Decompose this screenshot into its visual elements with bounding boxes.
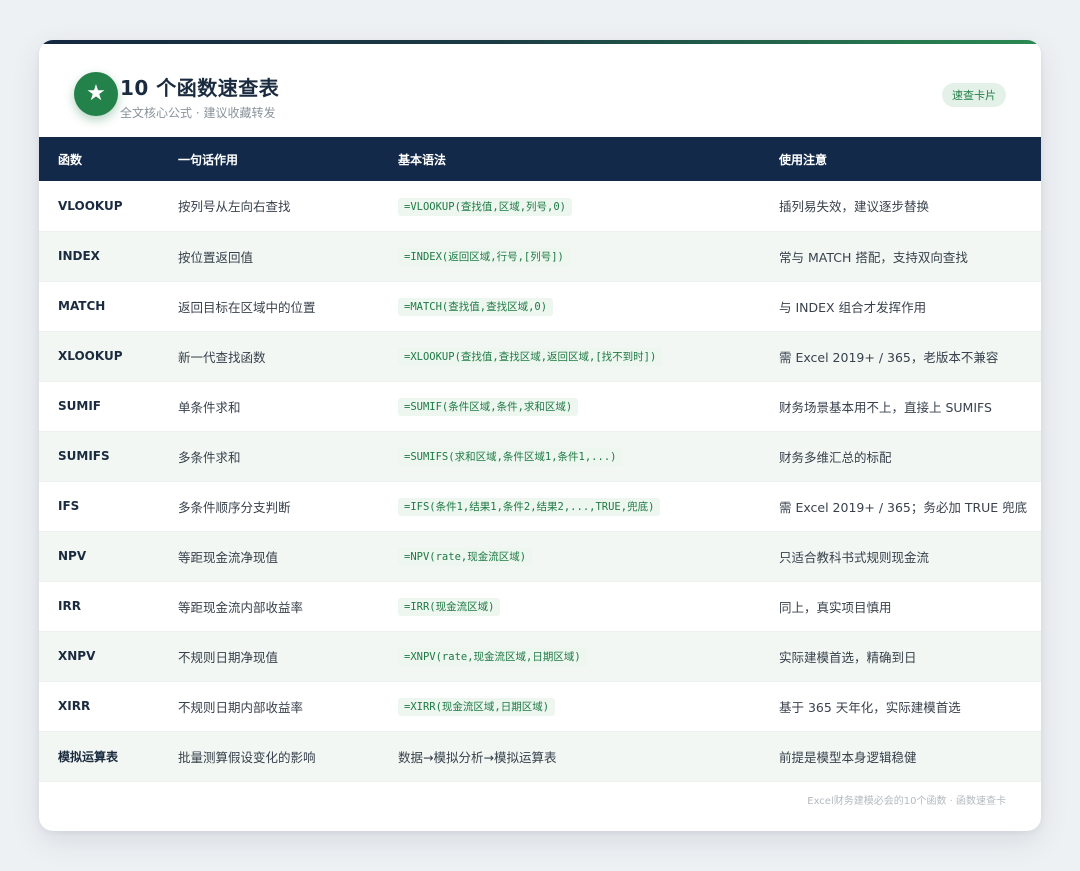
- column-header-function: 函数: [58, 152, 83, 167]
- function-syntax-cell: =SUMIFS(求和区域,条件区域1,条件1,...): [379, 431, 760, 481]
- table-row: SUMIFS 多条件求和 =SUMIFS(求和区域,条件区域1,条件1,...) 财务…: [39, 431, 1041, 481]
- table-row: XNPV 不规则日期净现值 =XNPV(rate,现金流区域,日期区域) 实际建模首选…: [39, 631, 1041, 681]
- column-header-notes: 使用注意: [779, 152, 828, 167]
- table-row: IFS 多条件顺序分支判断 =IFS(条件1,结果1,条件2,结果2,...,TRU…: [39, 481, 1041, 531]
- function-purpose: 多条件求和: [178, 449, 241, 465]
- syntax-code: =INDEX(返回区域,行号,[列号]): [398, 248, 570, 266]
- function-syntax-cell: 数据→模拟分析→模拟运算表: [379, 731, 760, 781]
- syntax-code: =XIRR(现金流区域,日期区域): [398, 698, 556, 716]
- function-purpose: 新一代查找函数: [178, 349, 266, 365]
- usage-note: 实际建模首选，精确到日: [779, 649, 917, 665]
- syntax-code: =XLOOKUP(查找值,查找区域,返回区域,[找不到时]): [398, 348, 663, 366]
- syntax-code: =XNPV(rate,现金流区域,日期区域): [398, 648, 587, 666]
- function-name: SUMIFS: [58, 449, 110, 463]
- table-row: NPV 等距现金流净现值 =NPV(rate,现金流区域) 只适合教科书式规则现金流: [39, 531, 1041, 581]
- function-syntax-cell: =INDEX(返回区域,行号,[列号]): [379, 231, 760, 281]
- table-row: XLOOKUP 新一代查找函数 =XLOOKUP(查找值,查找区域,返回区域,[找不…: [39, 331, 1041, 381]
- table-row: INDEX 按位置返回值 =INDEX(返回区域,行号,[列号]) 常与 MATCH …: [39, 231, 1041, 281]
- function-purpose: 多条件顺序分支判断: [178, 499, 291, 515]
- function-name: IFS: [58, 499, 80, 513]
- function-syntax-cell: =XNPV(rate,现金流区域,日期区域): [379, 631, 760, 681]
- syntax-code: =NPV(rate,现金流区域): [398, 548, 533, 566]
- page-title: 10 个函数速查表: [120, 76, 280, 100]
- function-syntax-cell: =VLOOKUP(查找值,区域,列号,0): [379, 181, 760, 231]
- table-row: VLOOKUP 按列号从左向右查找 =VLOOKUP(查找值,区域,列号,0) 插列易…: [39, 181, 1041, 231]
- function-name: XNPV: [58, 649, 96, 663]
- star-icon: ★: [74, 72, 118, 116]
- function-purpose: 返回目标在区域中的位置: [178, 299, 316, 315]
- function-name: XLOOKUP: [58, 349, 123, 363]
- function-name: IRR: [58, 599, 81, 613]
- column-header-syntax: 基本语法: [398, 152, 447, 167]
- function-syntax-cell: =MATCH(查找值,查找区域,0): [379, 281, 760, 331]
- table-row: 模拟运算表 批量测算假设变化的影响 数据→模拟分析→模拟运算表 前提是模型本身逻辑稳健: [39, 731, 1041, 781]
- card-tag: 速查卡片: [942, 83, 1006, 107]
- usage-note: 常与 MATCH 搭配，支持双向查找: [779, 249, 968, 265]
- usage-note: 财务多维汇总的标配: [779, 449, 892, 465]
- cheat-sheet-card: ★ 10 个函数速查表 全文核心公式 · 建议收藏转发 速查卡片 函数 一句话作…: [39, 40, 1041, 831]
- syntax-text: 数据→模拟分析→模拟运算表: [398, 749, 557, 765]
- syntax-code: =IFS(条件1,结果1,条件2,结果2,...,TRUE,兜底): [398, 498, 661, 516]
- usage-note: 财务场景基本用不上，直接上 SUMIFS: [779, 399, 992, 415]
- function-syntax-cell: =IRR(现金流区域): [379, 581, 760, 631]
- usage-note: 与 INDEX 组合才发挥作用: [779, 299, 927, 315]
- page-subtitle: 全文核心公式 · 建议收藏转发: [120, 106, 276, 120]
- function-name: 模拟运算表: [58, 749, 119, 764]
- syntax-code: =SUMIFS(求和区域,条件区域1,条件1,...): [398, 448, 623, 466]
- usage-note: 需 Excel 2019+ / 365，老版本不兼容: [779, 349, 999, 365]
- syntax-code: =IRR(现金流区域): [398, 598, 501, 616]
- function-purpose: 不规则日期净现值: [178, 649, 279, 665]
- function-purpose: 等距现金流内部收益率: [178, 599, 304, 615]
- table-body: VLOOKUP 按列号从左向右查找 =VLOOKUP(查找值,区域,列号,0) 插列易…: [39, 181, 1041, 781]
- function-name: SUMIF: [58, 399, 101, 413]
- usage-note: 同上，真实项目慎用: [779, 599, 892, 615]
- usage-note: 插列易失效，建议逐步替换: [779, 199, 930, 215]
- function-name: VLOOKUP: [58, 198, 123, 213]
- column-header-purpose: 一句话作用: [178, 152, 239, 167]
- table-row: XIRR 不规则日期内部收益率 =XIRR(现金流区域,日期区域) 基于 365 天年…: [39, 681, 1041, 731]
- function-purpose: 按列号从左向右查找: [178, 199, 291, 215]
- function-table: 函数 一句话作用 基本语法 使用注意 VLOOKUP 按列号从左向右查找 =VLOO…: [39, 137, 1041, 782]
- syntax-code: =SUMIF(条件区域,条件,求和区域): [398, 398, 579, 416]
- function-syntax-cell: =XLOOKUP(查找值,查找区域,返回区域,[找不到时]): [379, 331, 760, 381]
- table-row: MATCH 返回目标在区域中的位置 =MATCH(查找值,查找区域,0) 与 INDE…: [39, 281, 1041, 331]
- table-row: IRR 等距现金流内部收益率 =IRR(现金流区域) 同上，真实项目慎用: [39, 581, 1041, 631]
- function-purpose: 不规则日期内部收益率: [178, 699, 304, 715]
- table-row: SUMIF 单条件求和 =SUMIF(条件区域,条件,求和区域) 财务场景基本用不上，…: [39, 381, 1041, 431]
- accent-bar: [39, 40, 1041, 44]
- function-purpose: 等距现金流净现值: [178, 549, 279, 565]
- usage-note: 前提是模型本身逻辑稳健: [779, 749, 917, 765]
- function-purpose: 按位置返回值: [178, 249, 254, 265]
- function-syntax-cell: =XIRR(现金流区域,日期区域): [379, 681, 760, 731]
- function-purpose: 批量测算假设变化的影响: [178, 749, 316, 765]
- function-name: MATCH: [58, 299, 106, 313]
- function-syntax-cell: =NPV(rate,现金流区域): [379, 531, 760, 581]
- usage-note: 基于 365 天年化，实际建模首选: [779, 699, 961, 715]
- syntax-code: =VLOOKUP(查找值,区域,列号,0): [398, 197, 573, 216]
- function-syntax-cell: =SUMIF(条件区域,条件,求和区域): [379, 381, 760, 431]
- function-name: INDEX: [58, 249, 100, 263]
- function-name: XIRR: [58, 699, 91, 713]
- footer-caption: Excel财务建模必会的10个函数 · 函数速查卡: [807, 796, 1006, 807]
- usage-note: 只适合教科书式规则现金流: [779, 549, 930, 565]
- table-header-row: 函数 一句话作用 基本语法 使用注意: [39, 137, 1041, 181]
- usage-note: 需 Excel 2019+ / 365；务必加 TRUE 兜底: [779, 499, 1028, 515]
- syntax-code: =MATCH(查找值,查找区域,0): [398, 298, 554, 316]
- function-name: NPV: [58, 549, 87, 563]
- function-purpose: 单条件求和: [178, 399, 241, 415]
- function-syntax-cell: =IFS(条件1,结果1,条件2,结果2,...,TRUE,兜底): [379, 481, 760, 531]
